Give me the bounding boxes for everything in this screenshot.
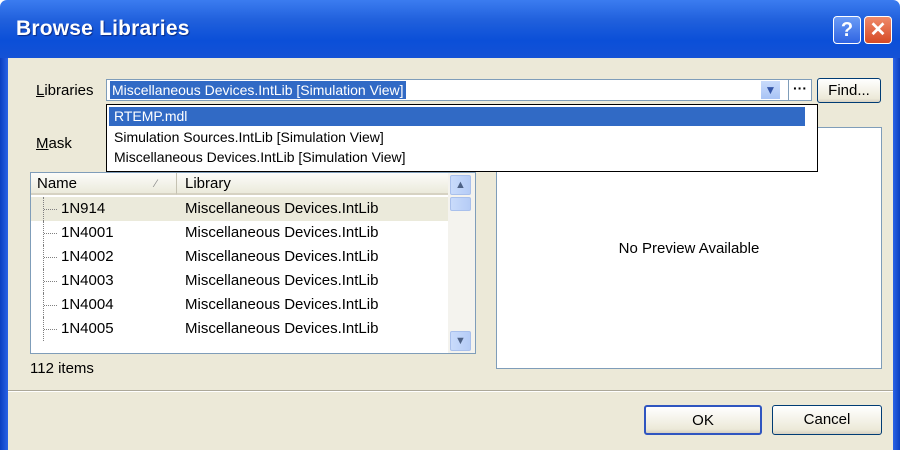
help-button[interactable]: ? bbox=[833, 16, 861, 44]
libraries-combo-value: Miscellaneous Devices.IntLib [Simulation… bbox=[110, 81, 406, 99]
vertical-scrollbar[interactable]: ▲ ▼ bbox=[448, 173, 475, 353]
title-bar[interactable]: Browse Libraries ? ✕ bbox=[0, 0, 900, 58]
component-library: Miscellaneous Devices.IntLib bbox=[185, 296, 379, 313]
component-name: 1N4002 bbox=[61, 248, 114, 265]
libraries-combo[interactable]: Miscellaneous Devices.IntLib [Simulation… bbox=[106, 79, 812, 101]
dropdown-option[interactable]: RTEMP.mdl bbox=[109, 107, 805, 126]
libraries-label: Libraries bbox=[36, 82, 94, 99]
table-row[interactable]: 1N4001 Miscellaneous Devices.IntLib bbox=[31, 221, 448, 245]
sort-icon: ⁄ bbox=[155, 178, 157, 190]
component-library: Miscellaneous Devices.IntLib bbox=[185, 248, 379, 265]
table-row[interactable]: 1N4004 Miscellaneous Devices.IntLib bbox=[31, 293, 448, 317]
component-library: Miscellaneous Devices.IntLib bbox=[185, 320, 379, 337]
component-name: 1N914 bbox=[61, 200, 106, 217]
browse-dots-button[interactable]: ··· bbox=[788, 79, 812, 101]
component-library: Miscellaneous Devices.IntLib bbox=[185, 272, 379, 289]
tree-line bbox=[44, 209, 57, 211]
mask-label: Mask bbox=[36, 135, 72, 152]
libraries-dropdown: RTEMP.mdl Simulation Sources.IntLib [Sim… bbox=[106, 104, 818, 172]
scroll-down-icon[interactable]: ▼ bbox=[450, 331, 471, 351]
dropdown-option[interactable]: Miscellaneous Devices.IntLib [Simulation… bbox=[109, 148, 411, 167]
scroll-thumb[interactable] bbox=[450, 197, 471, 211]
component-name: 1N4005 bbox=[61, 320, 114, 337]
table-row[interactable]: 1N4003 Miscellaneous Devices.IntLib bbox=[31, 269, 448, 293]
window-frame-right bbox=[893, 58, 900, 450]
components-list[interactable]: Name ⁄ Library 1N914 Miscellaneous Devic… bbox=[30, 172, 476, 354]
scroll-up-icon[interactable]: ▲ bbox=[450, 175, 471, 195]
dialog-title: Browse Libraries bbox=[16, 17, 190, 40]
column-header-name-label: Name bbox=[37, 175, 78, 192]
table-row[interactable]: 1N4005 Miscellaneous Devices.IntLib bbox=[31, 317, 448, 341]
find-button[interactable]: Find... bbox=[817, 78, 881, 103]
chevron-down-icon[interactable]: ▼ bbox=[760, 80, 781, 100]
component-name: 1N4001 bbox=[61, 224, 114, 241]
component-library: Miscellaneous Devices.IntLib bbox=[185, 224, 379, 241]
table-row[interactable]: 1N914 Miscellaneous Devices.IntLib bbox=[31, 197, 448, 221]
component-name: 1N4004 bbox=[61, 296, 114, 313]
component-name: 1N4003 bbox=[61, 272, 114, 289]
item-count: 112 items bbox=[30, 360, 94, 377]
column-header-name[interactable]: Name ⁄ bbox=[31, 173, 177, 195]
divider bbox=[8, 390, 893, 392]
tree-line bbox=[44, 257, 57, 259]
column-header-library[interactable]: Library bbox=[177, 173, 448, 195]
preview-message: No Preview Available bbox=[618, 240, 760, 257]
tree-line bbox=[44, 281, 57, 283]
close-button[interactable]: ✕ bbox=[864, 16, 892, 44]
window-frame-left bbox=[0, 58, 8, 450]
cancel-button[interactable]: Cancel bbox=[772, 405, 882, 435]
dropdown-option[interactable]: Simulation Sources.IntLib [Simulation Vi… bbox=[109, 128, 389, 147]
browse-libraries-dialog: Browse Libraries ? ✕ Libraries Miscellan… bbox=[0, 0, 900, 450]
tree-line bbox=[44, 233, 57, 235]
table-row[interactable]: 1N4002 Miscellaneous Devices.IntLib bbox=[31, 245, 448, 269]
ok-button[interactable]: OK bbox=[644, 405, 762, 435]
tree-line bbox=[44, 305, 57, 307]
tree-line bbox=[44, 329, 57, 331]
component-library: Miscellaneous Devices.IntLib bbox=[185, 200, 379, 217]
